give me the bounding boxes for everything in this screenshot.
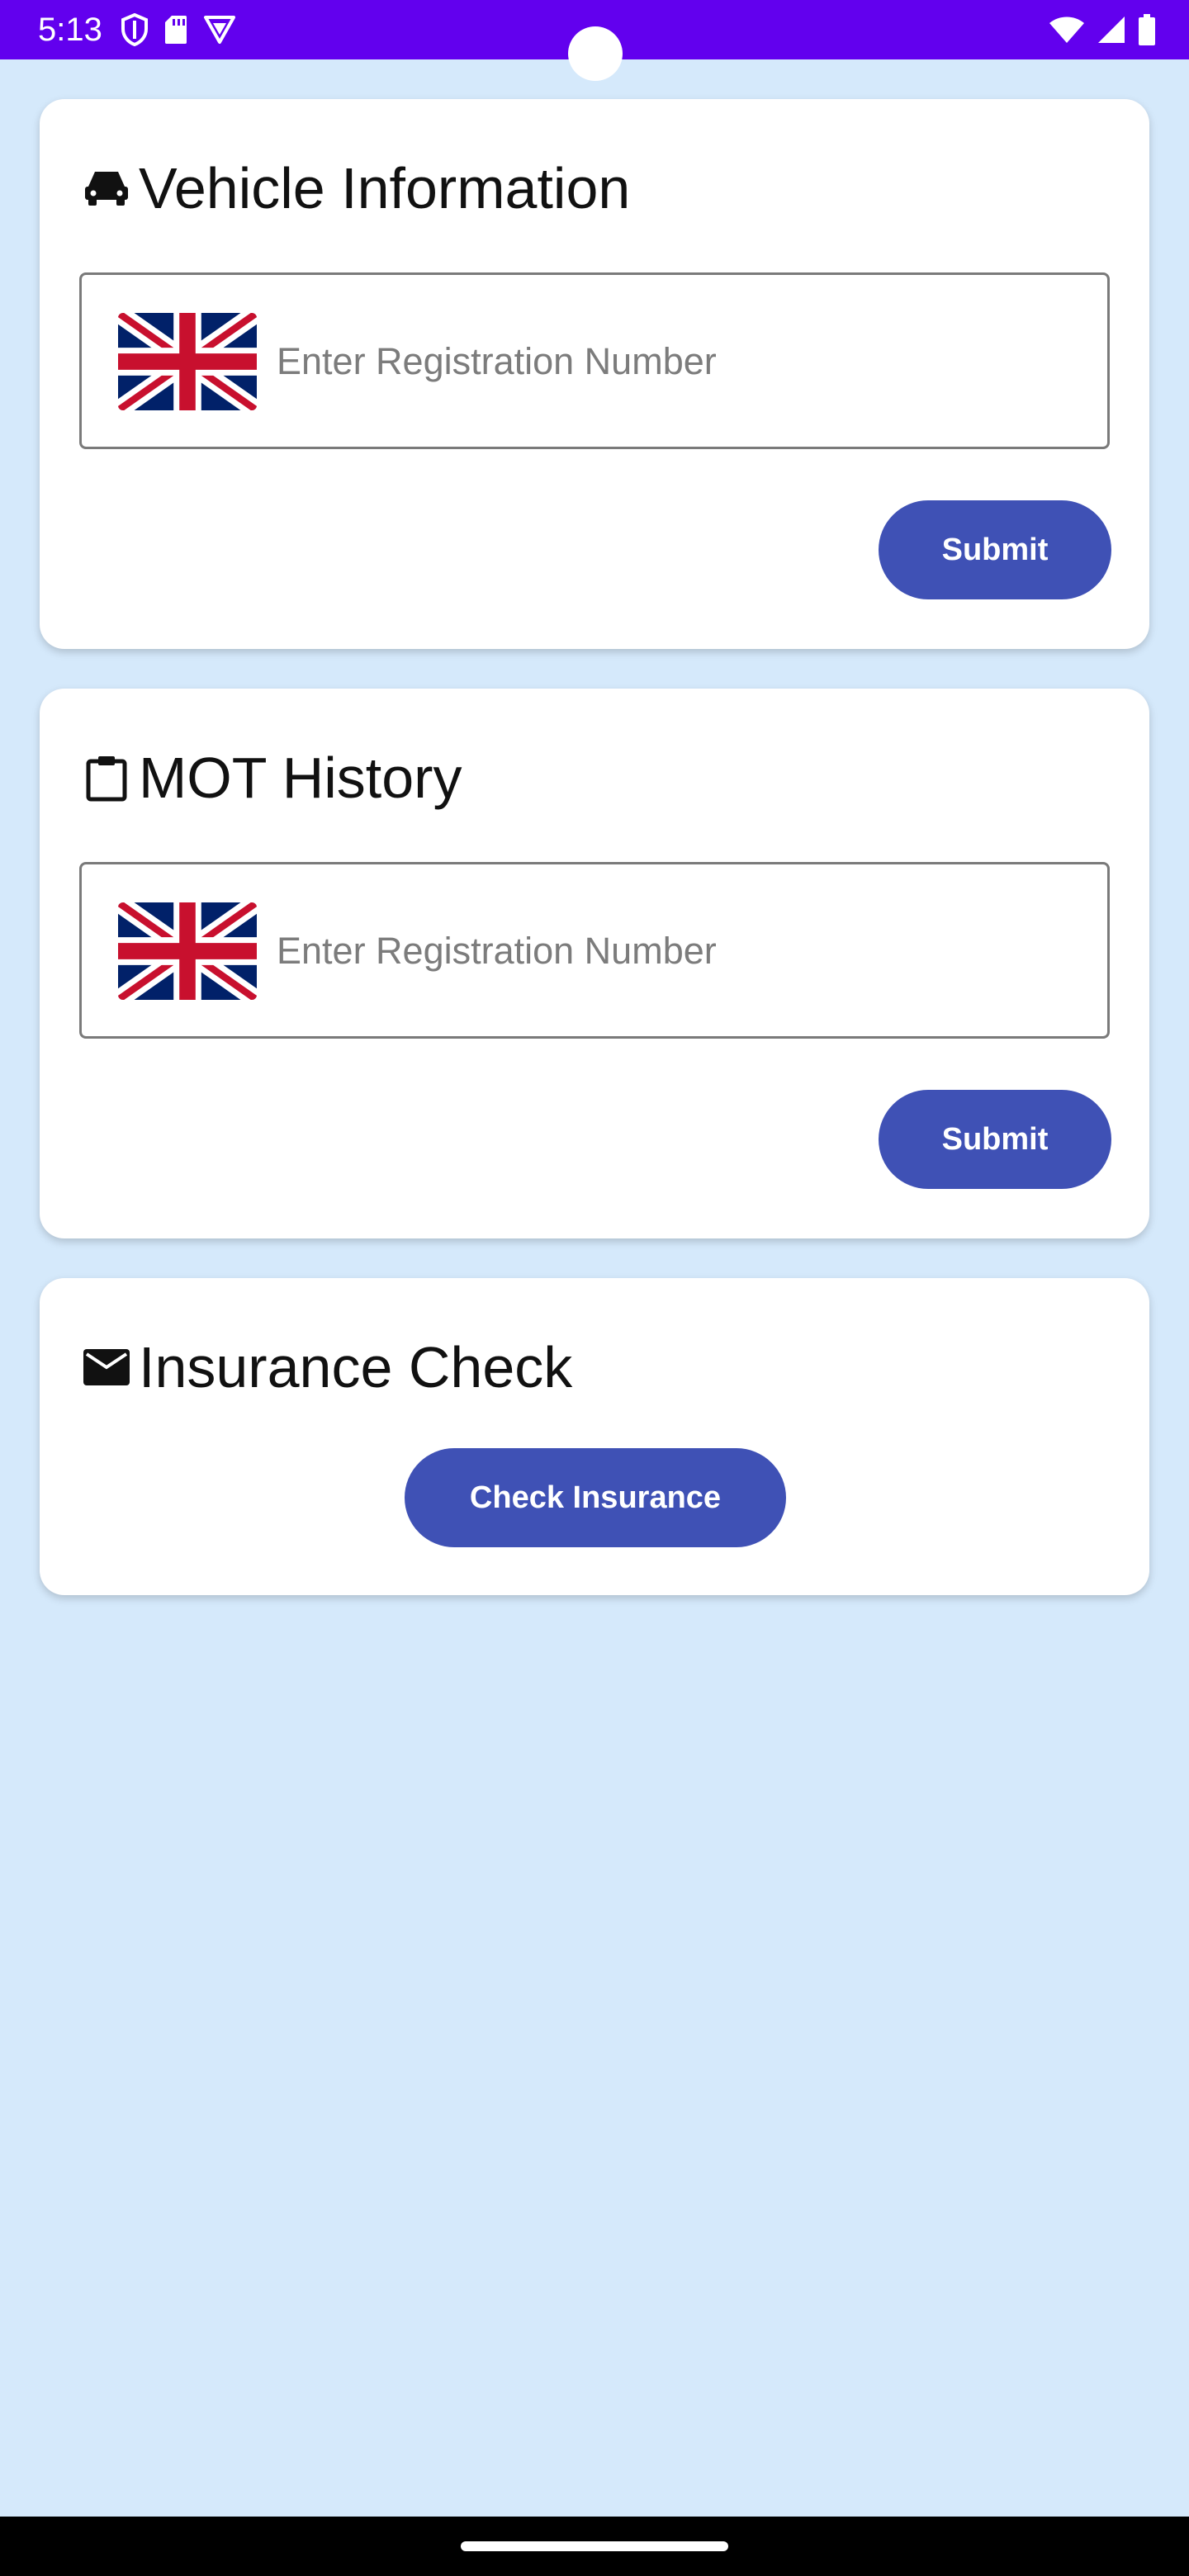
- insurance-check-card: Insurance Check Check Insurance: [40, 1278, 1149, 1595]
- uk-flag-icon: [118, 902, 257, 1000]
- vehicle-information-card: Vehicle Information Submit: [40, 99, 1149, 649]
- battery-icon: [1139, 14, 1155, 45]
- vehicle-registration-input[interactable]: [277, 316, 1086, 407]
- navigation-bar: [0, 2517, 1189, 2576]
- sd-card-icon: [165, 16, 187, 44]
- clipboard-icon: [83, 754, 130, 802]
- mot-registration-field[interactable]: [79, 862, 1110, 1039]
- home-gesture-handle[interactable]: [461, 2541, 728, 2551]
- mot-registration-input[interactable]: [277, 906, 1086, 997]
- status-right-icons: [1049, 13, 1156, 46]
- camera-cutout: [568, 26, 623, 81]
- wifi-icon: [1049, 17, 1084, 43]
- car-icon: [83, 164, 130, 212]
- status-left-icons: [121, 13, 236, 46]
- signal-icon: [1098, 17, 1125, 43]
- mot-history-title: MOT History: [139, 746, 462, 810]
- check-insurance-button[interactable]: Check Insurance: [405, 1448, 786, 1547]
- insurance-check-header: Insurance Check: [83, 1328, 572, 1407]
- status-time: 5:13: [38, 12, 102, 48]
- mot-history-header: MOT History: [83, 738, 462, 817]
- mot-history-card: MOT History Submit: [40, 689, 1149, 1238]
- shield-icon: [121, 13, 148, 46]
- envelope-icon: [83, 1343, 130, 1391]
- insurance-check-title: Insurance Check: [139, 1335, 573, 1399]
- mot-submit-button[interactable]: Submit: [879, 1090, 1111, 1189]
- vehicle-information-title: Vehicle Information: [139, 156, 631, 220]
- status-bar: 5:13: [0, 0, 1189, 81]
- vpn-icon: [204, 16, 235, 44]
- vehicle-registration-field[interactable]: [79, 272, 1110, 449]
- uk-flag-icon: [118, 313, 257, 410]
- vehicle-information-header: Vehicle Information: [83, 149, 630, 228]
- vehicle-submit-button[interactable]: Submit: [879, 500, 1111, 599]
